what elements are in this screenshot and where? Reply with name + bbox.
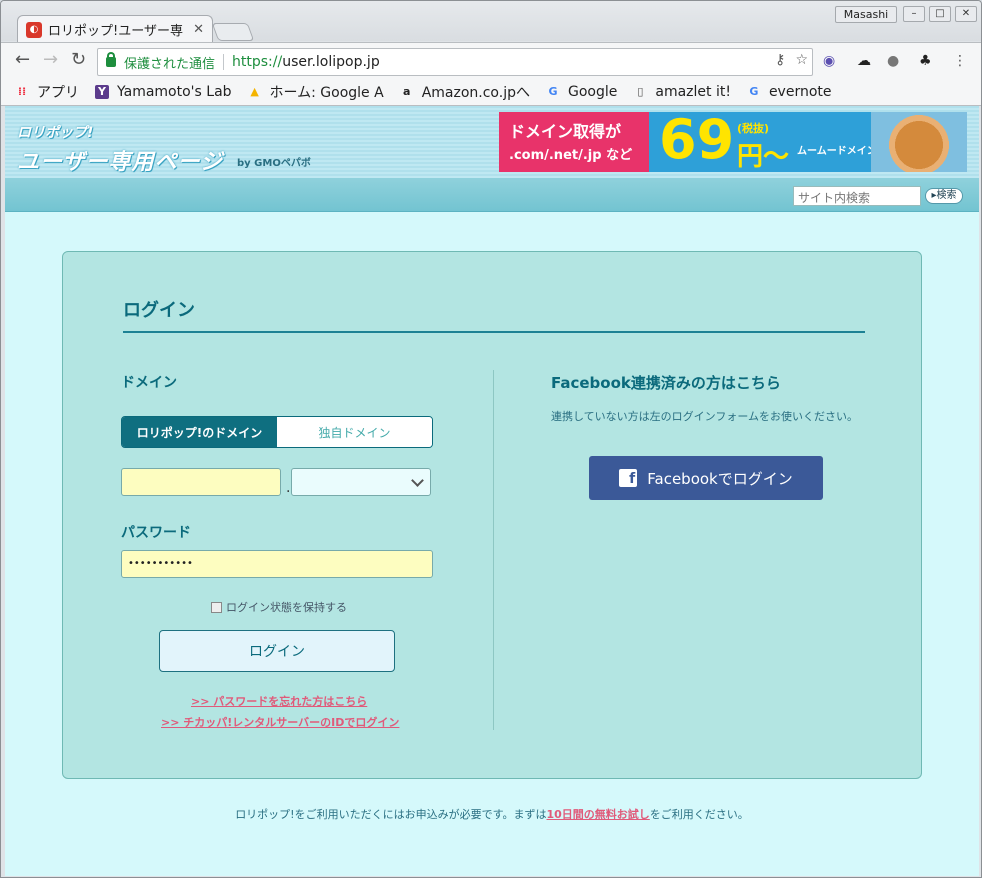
close-tab-icon[interactable]: ✕ — [193, 22, 204, 37]
column-divider — [493, 370, 494, 730]
bookmark-yamamoto[interactable]: Y Yamamoto's Lab — [95, 84, 232, 100]
facebook-button-label: Facebookでログイン — [647, 469, 793, 488]
banner-line2: .com/.net/.jp など — [509, 148, 633, 163]
bookmark-label: Amazon.co.jpへ — [421, 84, 530, 101]
footer-text-after: をご利用ください。 — [649, 808, 749, 821]
lolipop-favicon-icon: ◐ — [26, 21, 42, 38]
domain-dot: . — [286, 480, 291, 496]
omnibox-actions: ⚷ ☆ — [775, 52, 808, 68]
url-host: user.lolipop.jp — [282, 54, 380, 70]
banner-text-block: ドメイン取得が .com/.net/.jp など — [499, 112, 649, 172]
yamamoto-icon: Y — [95, 84, 109, 99]
address-bar[interactable]: 保護された通信 https://user.lolipop.jp ⚷ ☆ — [97, 48, 813, 76]
bookmark-google-drive[interactable]: ▲ ホーム: Google A — [248, 82, 384, 102]
facebook-icon: f — [619, 469, 638, 487]
close-window-button[interactable]: ✕ — [955, 6, 977, 22]
shiba-dog-image — [871, 112, 967, 172]
facebook-title: Facebook連携済みの方はこちら — [551, 374, 781, 392]
menu-icon[interactable]: ⋮ — [953, 53, 967, 69]
key-icon[interactable]: ⚷ — [775, 52, 785, 68]
amazon-icon: a — [402, 85, 411, 98]
browser-toolbar: ← → ↻ 保護された通信 https://user.lolipop.jp ⚷ … — [1, 42, 981, 78]
header-search-bar: サイト内検索 ▸検索 — [5, 178, 979, 212]
banner-brand: ムームードメイン — [797, 146, 877, 157]
minimize-button[interactable]: – — [903, 6, 925, 22]
banner-yen: 円〜 — [737, 142, 790, 172]
tab-strip: ◐ ロリポップ!ユーザー専 ✕ Masashi – □ ✕ — [1, 1, 981, 43]
remember-label: ログイン状態を保持する — [226, 601, 347, 614]
bookmark-label: Google — [567, 83, 618, 100]
footer-note: ロリポップ!をご利用いただくにはお申込みが必要です。まずは10日間の無料お試しを… — [5, 806, 979, 822]
bookmark-amazon[interactable]: a Amazon.co.jpへ — [400, 82, 530, 102]
remember-login[interactable]: ログイン状態を保持する — [211, 599, 347, 615]
page-icon: ▯ — [637, 85, 644, 98]
bookmark-amazlet[interactable]: ▯ amazlet it! — [633, 84, 731, 100]
bookmark-google[interactable]: G Google — [546, 84, 617, 100]
tab-own-domain[interactable]: 独自ドメイン — [277, 417, 432, 447]
bookmarks-bar: ⁞⁞ アプリ Y Yamamoto's Lab ▲ ホーム: Google A a Am… — [1, 78, 981, 106]
login-button[interactable]: ログイン — [159, 630, 395, 672]
free-trial-link[interactable]: 10日間の無料お試し — [547, 808, 650, 821]
banner-tax: (税抜) — [737, 122, 770, 135]
domain-select[interactable] — [291, 468, 431, 496]
new-tab-button[interactable] — [211, 23, 255, 41]
bookmark-label: Yamamoto's Lab — [117, 83, 232, 100]
bookmark-label: amazlet it! — [655, 83, 731, 100]
lock-icon — [106, 52, 116, 67]
google-icon: G — [548, 85, 558, 98]
login-title: ログイン — [123, 300, 195, 321]
bookmark-apps[interactable]: ⁞⁞ アプリ — [15, 82, 79, 102]
bookmark-label: ホーム: Google A — [269, 84, 384, 101]
apps-grid-icon: ⁞⁞ — [17, 85, 27, 98]
forward-icon[interactable]: → — [43, 51, 58, 69]
chicappa-login-link[interactable]: >> チカッパ!レンタルサーバーのIDでログイン — [161, 714, 399, 730]
extension-puzzle-icon[interactable]: ● — [887, 53, 899, 69]
address-separator — [223, 54, 225, 70]
forgot-password-link[interactable]: >> パスワードを忘れた方はこちら — [191, 693, 367, 709]
bookmark-label: アプリ — [37, 84, 79, 101]
muumuu-domain-banner[interactable]: ドメイン取得が .com/.net/.jp など 69 (税抜) 円〜 ムームー… — [499, 112, 967, 172]
site-search-input[interactable]: サイト内検索 — [793, 186, 921, 206]
logo-main: ユーザー専用ページ — [17, 150, 224, 175]
tab-lolipop-domain[interactable]: ロリポップ!のドメイン — [122, 417, 277, 447]
site-search-button[interactable]: ▸検索 — [925, 188, 963, 204]
browser-window: ◐ ロリポップ!ユーザー専 ✕ Masashi – □ ✕ ← → ↻ 保護され… — [0, 0, 982, 878]
logo-top: ロリポップ! — [17, 125, 94, 141]
google-icon: G — [749, 85, 759, 98]
star-icon[interactable]: ☆ — [795, 52, 808, 68]
title-underline — [123, 331, 865, 333]
extension-cloud-icon[interactable]: ☁ — [857, 53, 871, 69]
login-panel: ログイン ドメイン ロリポップ!のドメイン 独自ドメイン . パスワード •••… — [62, 251, 922, 779]
bookmark-label: evernote — [768, 83, 832, 100]
facebook-login-button[interactable]: f Facebookでログイン — [589, 456, 823, 500]
page-content: ロリポップ! ユーザー専用ページ by GMOペパボ ドメイン取得が .com/… — [5, 106, 979, 876]
evernote-extension-icon[interactable]: ♣ — [919, 53, 932, 69]
reload-icon[interactable]: ↻ — [71, 51, 86, 69]
url-text: https://user.lolipop.jp — [232, 54, 380, 70]
banner-price: 69 — [659, 112, 735, 171]
secure-label: 保護された通信 — [124, 56, 216, 72]
password-input[interactable]: ••••••••••• — [121, 550, 433, 578]
account-input[interactable] — [121, 468, 281, 496]
tab-title: ロリポップ!ユーザー専 — [48, 24, 183, 39]
domain-type-toggle: ロリポップ!のドメイン 独自ドメイン — [121, 416, 433, 448]
back-icon[interactable]: ← — [15, 51, 30, 69]
facebook-note: 連携していない方は左のログインフォームをお使いください。 — [551, 410, 859, 423]
password-label: パスワード — [121, 525, 191, 541]
domain-label: ドメイン — [121, 375, 177, 391]
maximize-button[interactable]: □ — [929, 6, 951, 22]
remember-checkbox[interactable] — [211, 601, 222, 613]
extension-globe-icon[interactable]: ◉ — [823, 53, 835, 69]
footer-text-before: ロリポップ!をご利用いただくにはお申込みが必要です。まずは — [235, 808, 547, 821]
url-scheme: https:// — [232, 54, 283, 70]
browser-tab[interactable]: ◐ ロリポップ!ユーザー専 ✕ — [17, 15, 213, 43]
search-button-label: 検索 — [936, 190, 957, 201]
site-header: ロリポップ! ユーザー専用ページ by GMOペパボ ドメイン取得が .com/… — [5, 106, 979, 178]
google-drive-icon: ▲ — [250, 85, 259, 98]
bookmark-evernote[interactable]: Gevernote — [747, 83, 832, 100]
banner-line1: ドメイン取得が — [509, 122, 622, 141]
logo-by: by GMOペパボ — [237, 158, 311, 169]
profile-button[interactable]: Masashi — [835, 6, 897, 23]
